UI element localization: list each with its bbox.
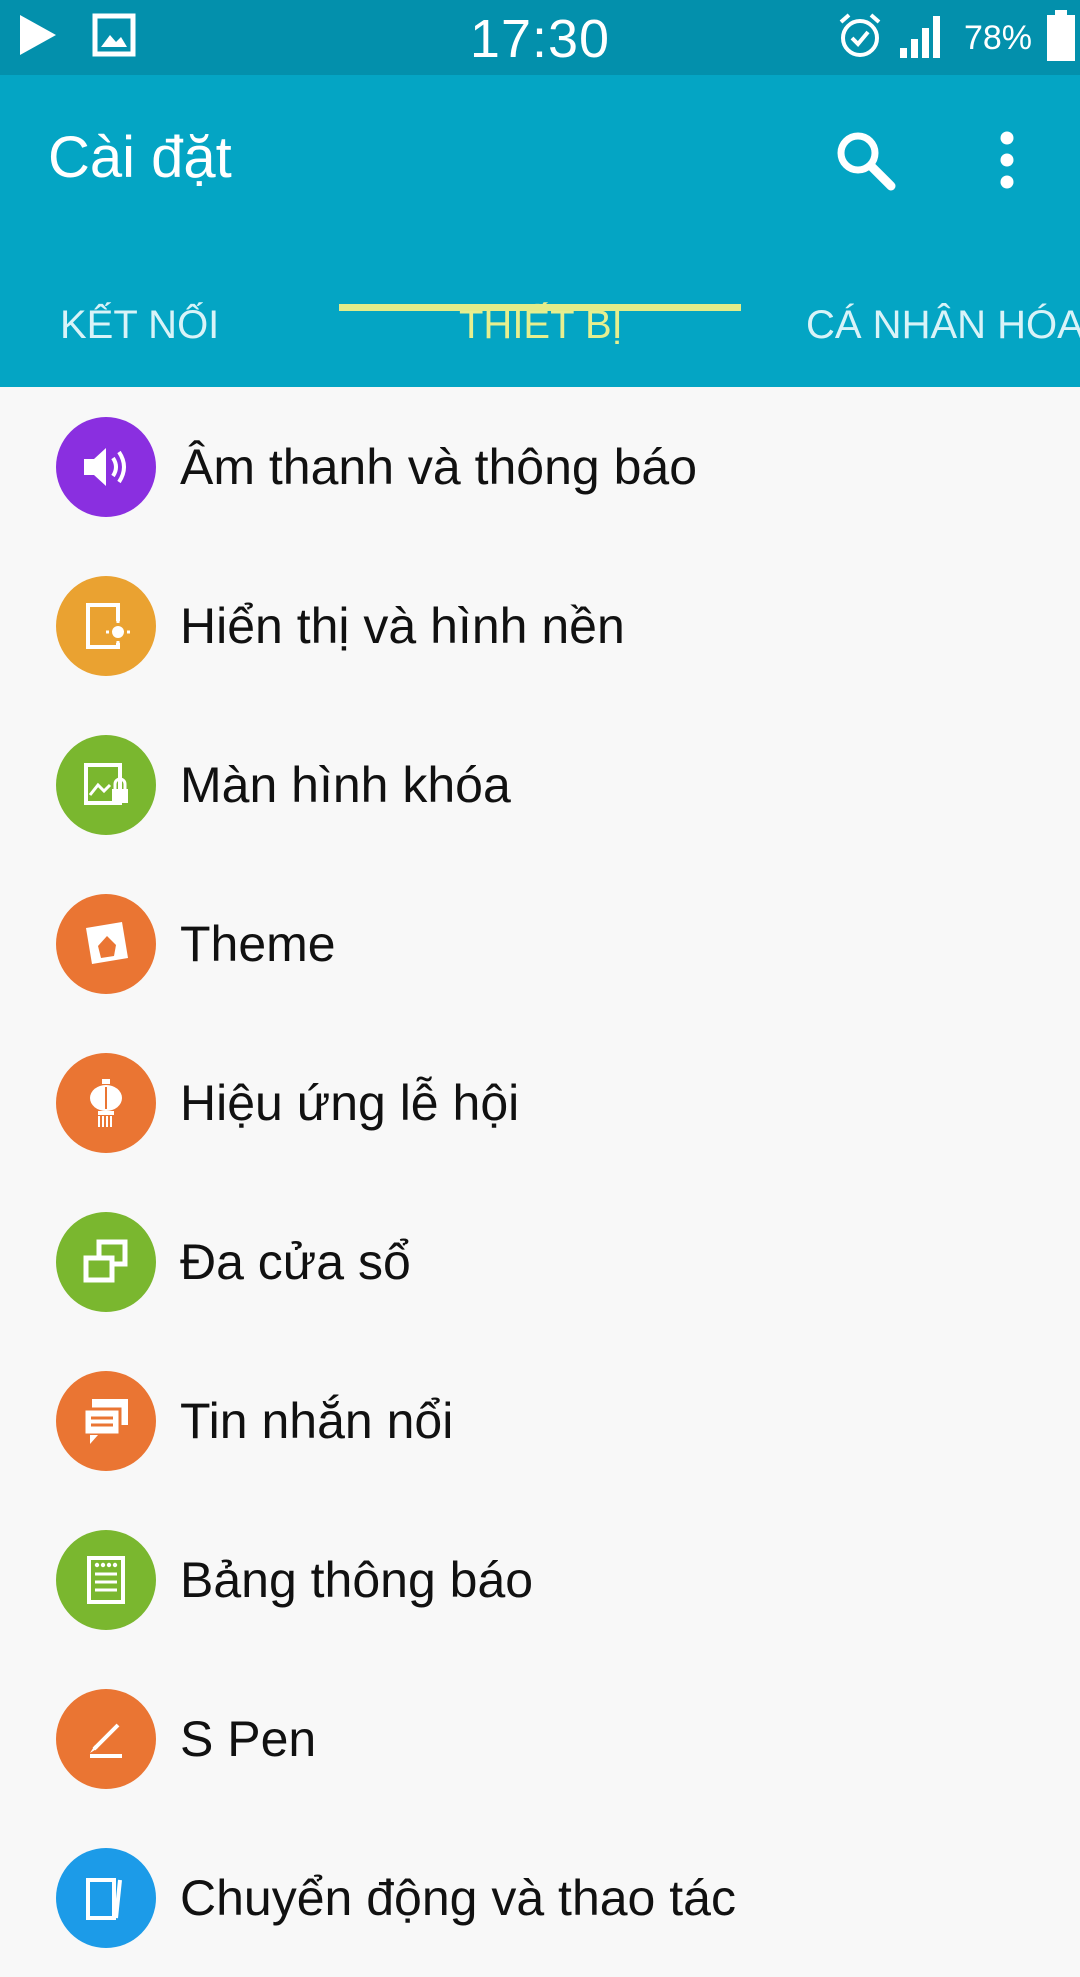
search-button[interactable] [820,117,910,207]
settings-item-lock-screen[interactable]: Màn hình khóa [0,705,1080,864]
floating-message-icon [56,1370,156,1471]
lock-screen-icon [56,734,156,835]
settings-item-notification-panel[interactable]: Bảng thông báo [0,1500,1080,1659]
alarm-icon [836,12,884,65]
settings-item-label: Màn hình khóa [180,756,511,813]
settings-item-label: Âm thanh và thông báo [180,438,698,495]
settings-item-sound[interactable]: Âm thanh và thông báo [0,387,1080,546]
more-options-icon [997,130,1017,195]
settings-item-s-pen[interactable]: S Pen [0,1659,1080,1818]
settings-item-label: Hiệu ứng lễ hội [180,1074,520,1131]
settings-item-label: S Pen [180,1710,317,1767]
settings-item-label: Đa cửa sổ [180,1233,411,1290]
active-tab-indicator [339,304,741,311]
multi-window-icon [56,1211,156,1312]
settings-item-label: Theme [180,915,336,972]
battery-percent: 78% [963,18,1032,57]
motion-icon [56,1847,156,1948]
lantern-icon [56,1052,156,1153]
settings-item-festival-effect[interactable]: Hiệu ứng lễ hội [0,1023,1080,1182]
tab-device[interactable]: THIẾT BỊ [459,265,623,387]
settings-item-motion[interactable]: Chuyển động và thao tác [0,1818,1080,1977]
status-bar: 17:30 78% [0,0,1080,75]
settings-item-theme[interactable]: Theme [0,864,1080,1023]
search-icon [834,129,896,196]
theme-icon [56,893,156,994]
tab-connections[interactable]: KẾT NỐI [60,265,219,387]
settings-item-label: Chuyển động và thao tác [180,1869,736,1926]
battery-icon [1046,9,1076,67]
settings-item-label: Hiển thị và hình nền [180,597,625,654]
pen-icon [56,1688,156,1789]
notification-panel-icon [56,1529,156,1630]
settings-item-multi-window[interactable]: Đa cửa sổ [0,1182,1080,1341]
display-brightness-icon [56,575,156,676]
settings-list: Âm thanh và thông báo Hiển thị và hình n… [0,387,1080,1977]
status-bar-right: 78% [836,9,1076,67]
settings-item-label: Tin nhắn nổi [180,1392,454,1449]
tab-personalization[interactable]: CÁ NHÂN HÓA [806,265,1080,387]
signal-icon [898,12,946,65]
page-title: Cài đặt [48,125,232,190]
app-bar: Cài đặt KẾT NỐI THIẾT BỊ CÁ NHÂN HÓA [0,75,1080,387]
more-options-button[interactable] [962,117,1052,207]
tab-bar: KẾT NỐI THIẾT BỊ CÁ NHÂN HÓA [0,265,1080,387]
settings-item-floating-message[interactable]: Tin nhắn nổi [0,1341,1080,1500]
settings-item-display[interactable]: Hiển thị và hình nền [0,546,1080,705]
speaker-icon [56,416,156,517]
settings-item-label: Bảng thông báo [180,1551,534,1608]
